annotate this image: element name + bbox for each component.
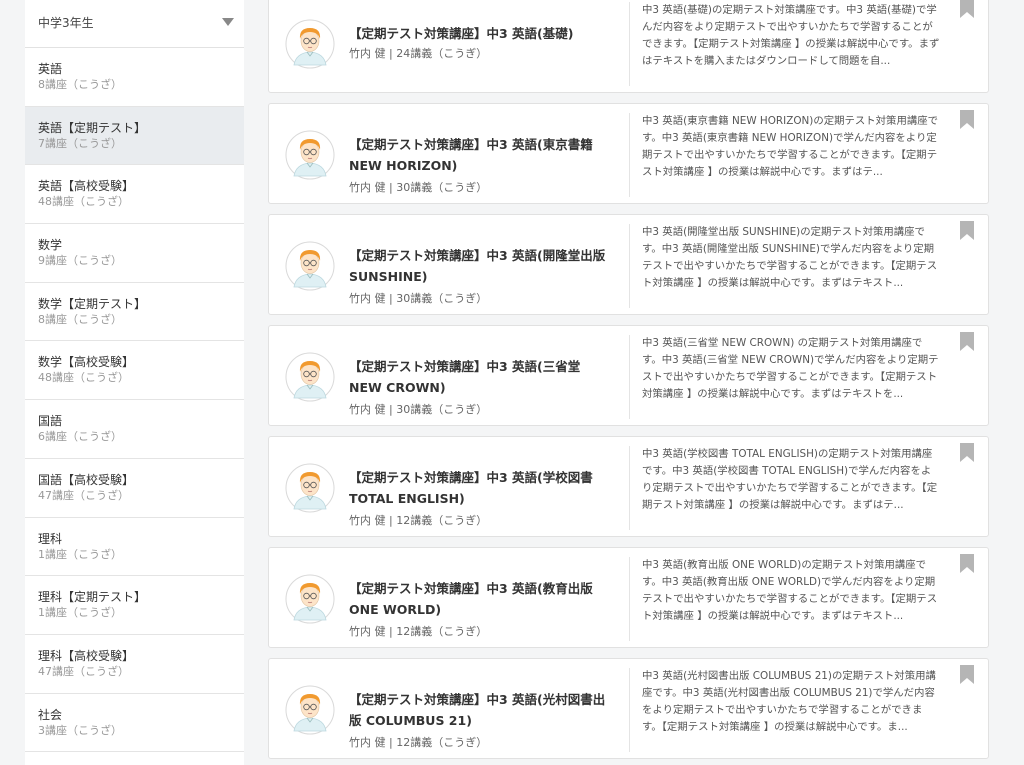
bookmark-icon[interactable]	[960, 332, 974, 351]
sidebar-item-count: 3講座（こうざ）	[38, 723, 122, 737]
teacher-avatar-icon	[285, 352, 335, 402]
course-card[interactable]: 【定期テスト対策講座】中3 英語(光村図書出 版 COLUMBUS 21) 竹内…	[268, 658, 989, 759]
sidebar-item-label: 国語【高校受験】	[38, 472, 135, 487]
course-card[interactable]: 【定期テスト対策講座】中3 英語(開隆堂出版 SUNSHINE) 竹内 健 | …	[268, 214, 989, 315]
sidebar-item-label: 理科【定期テスト】	[38, 590, 147, 605]
teacher-avatar-icon	[285, 574, 335, 624]
sidebar-item-label: 数学	[38, 238, 63, 253]
sidebar-item-label: 英語【定期テスト】	[38, 120, 147, 135]
sidebar-item[interactable]: 英語【定期テスト】 7講座（こうざ）	[25, 106, 244, 166]
sidebar-item[interactable]: 英語 8講座（こうざ）	[25, 48, 244, 107]
sidebar-item-count: 9講座（こうざ）	[38, 254, 122, 268]
sidebar-item-label: 国語	[38, 414, 63, 429]
course-title[interactable]: 【定期テスト対策講座】中3 英語(三省堂 NEW CROWN)	[349, 356, 629, 398]
bookmark-icon[interactable]	[960, 554, 974, 573]
course-card[interactable]: 【定期テスト対策講座】中3 英語(学校図書 TOTAL ENGLISH) 竹内 …	[268, 436, 989, 537]
sidebar-item[interactable]: 数学 9講座（こうざ）	[25, 224, 244, 283]
course-title-line1: 【定期テスト対策講座】中3 英語(東京書籍	[349, 137, 593, 152]
course-description: 中3 英語(学校図書 TOTAL ENGLISH)の定期テスト対策用講座です。中…	[629, 446, 941, 530]
sidebar-item[interactable]: 国語 6講座（こうざ）	[25, 400, 244, 459]
chevron-down-icon[interactable]	[222, 18, 234, 26]
course-description: 中3 英語(三省堂 NEW CROWN) の定期テスト対策用講座です。中3 英語…	[629, 335, 941, 419]
sidebar-item-count: 1講座（こうざ）	[38, 606, 122, 620]
sidebar-item-count: 48講座（こうざ）	[38, 195, 129, 209]
subject-list: 英語 8講座（こうざ） 英語【定期テスト】 7講座（こうざ） 英語【高校受験】 …	[25, 48, 244, 753]
sidebar-item-count: 48講座（こうざ）	[38, 371, 129, 385]
course-meta: 竹内 健 | 24講義（こうぎ）	[349, 47, 488, 60]
course-title-line1: 【定期テスト対策講座】中3 英語(光村図書出	[349, 692, 606, 707]
course-title-line2: TOTAL ENGLISH)	[349, 491, 465, 506]
sidebar-item[interactable]: 数学【高校受験】 48講座（こうざ）	[25, 341, 244, 401]
course-title[interactable]: 【定期テスト対策講座】中3 英語(開隆堂出版 SUNSHINE)	[349, 245, 629, 287]
bookmark-icon[interactable]	[960, 0, 974, 18]
course-title-line2: 版 COLUMBUS 21)	[349, 713, 472, 728]
course-meta: 竹内 健 | 12講義（こうぎ）	[349, 625, 488, 638]
course-description: 中3 英語(教育出版 ONE WORLD)の定期テスト対策用講座です。中3 英語…	[629, 557, 941, 641]
course-title-line2: NEW HORIZON)	[349, 158, 458, 173]
sidebar-item-count: 47講座（こうざ）	[38, 488, 129, 502]
teacher-avatar-icon	[285, 463, 335, 513]
course-title-line1: 【定期テスト対策講座】中3 英語(基礎)	[349, 26, 574, 41]
sidebar-item-label: 数学【高校受験】	[38, 355, 135, 370]
teacher-avatar-icon	[285, 19, 335, 69]
course-title[interactable]: 【定期テスト対策講座】中3 英語(学校図書 TOTAL ENGLISH)	[349, 467, 629, 509]
subject-sidebar: 中学3年生 英語 8講座（こうざ） 英語【定期テスト】 7講座（こうざ） 英語【…	[25, 0, 244, 765]
course-title-line2: SUNSHINE)	[349, 269, 428, 284]
bookmark-icon[interactable]	[960, 443, 974, 462]
course-description: 中3 英語(開隆堂出版 SUNSHINE)の定期テスト対策用講座です。中3 英語…	[629, 224, 941, 308]
sidebar-item-label: 理科【高校受験】	[38, 648, 135, 663]
course-card[interactable]: 【定期テスト対策講座】中3 英語(三省堂 NEW CROWN) 竹内 健 | 3…	[268, 325, 989, 426]
course-title-line2: NEW CROWN)	[349, 380, 446, 395]
sidebar-item-count: 6講座（こうざ）	[38, 430, 122, 444]
course-description: 中3 英語(光村図書出版 COLUMBUS 21)の定期テスト対策用講座です。中…	[629, 668, 941, 752]
course-meta: 竹内 健 | 30講義（こうぎ）	[349, 181, 488, 194]
course-title[interactable]: 【定期テスト対策講座】中3 英語(教育出版 ONE WORLD)	[349, 578, 629, 620]
grade-dropdown[interactable]: 中学3年生	[25, 0, 244, 48]
sidebar-item[interactable]: 理科 1講座（こうざ）	[25, 517, 244, 577]
teacher-avatar-icon	[285, 241, 335, 291]
sidebar-item-count: 7講座（こうざ）	[38, 136, 122, 150]
course-title-line1: 【定期テスト対策講座】中3 英語(三省堂	[349, 359, 581, 374]
course-card[interactable]: 【定期テスト対策講座】中3 英語(東京書籍 NEW HORIZON) 竹内 健 …	[268, 103, 989, 204]
course-meta: 竹内 健 | 12講義（こうぎ）	[349, 736, 488, 749]
course-description: 中3 英語(東京書籍 NEW HORIZON)の定期テスト対策用講座です。中3 …	[629, 113, 941, 197]
course-title-line1: 【定期テスト対策講座】中3 英語(教育出版	[349, 581, 593, 596]
course-title[interactable]: 【定期テスト対策講座】中3 英語(基礎)	[349, 23, 629, 44]
teacher-avatar-icon	[285, 130, 335, 180]
sidebar-item-label: 理科	[38, 531, 63, 546]
bookmark-icon[interactable]	[960, 221, 974, 240]
course-meta: 竹内 健 | 30講義（こうぎ）	[349, 292, 488, 305]
sidebar-item[interactable]: 数学【定期テスト】 8講座（こうざ）	[25, 282, 244, 342]
course-meta: 竹内 健 | 30講義（こうぎ）	[349, 403, 488, 416]
sidebar-item-count: 1講座（こうざ）	[38, 547, 122, 561]
course-description: 中3 英語(基礎)の定期テスト対策講座です。中3 英語(基礎)で学んだ内容をより…	[629, 2, 941, 86]
course-card[interactable]: 【定期テスト対策講座】中3 英語(教育出版 ONE WORLD) 竹内 健 | …	[268, 547, 989, 648]
course-title[interactable]: 【定期テスト対策講座】中3 英語(光村図書出 版 COLUMBUS 21)	[349, 689, 629, 731]
course-title[interactable]: 【定期テスト対策講座】中3 英語(東京書籍 NEW HORIZON)	[349, 134, 629, 176]
sidebar-item-count: 8講座（こうざ）	[38, 78, 122, 91]
sidebar-item-label: 英語	[38, 62, 63, 76]
teacher-avatar-icon	[285, 685, 335, 735]
bookmark-icon[interactable]	[960, 110, 974, 129]
sidebar-item-label: 数学【定期テスト】	[38, 296, 147, 311]
sidebar-item-count: 8講座（こうざ）	[38, 312, 122, 326]
sidebar-item-count: 47講座（こうざ）	[38, 664, 129, 678]
course-title-line1: 【定期テスト対策講座】中3 英語(学校図書	[349, 470, 593, 485]
sidebar-item[interactable]: 社会 3講座（こうざ）	[25, 693, 244, 753]
course-title-line2: ONE WORLD)	[349, 602, 442, 617]
bookmark-icon[interactable]	[960, 665, 974, 684]
course-title-line1: 【定期テスト対策講座】中3 英語(開隆堂出版	[349, 248, 606, 263]
sidebar-item-label: 社会	[38, 707, 63, 722]
sidebar-item-label: 英語【高校受験】	[38, 179, 135, 194]
course-meta: 竹内 健 | 12講義（こうぎ）	[349, 514, 488, 527]
sidebar-item[interactable]: 理科【高校受験】 47講座（こうざ）	[25, 634, 244, 694]
sidebar-item[interactable]: 英語【高校受験】 48講座（こうざ）	[25, 165, 244, 225]
sidebar-item[interactable]: 理科【定期テスト】 1講座（こうざ）	[25, 576, 244, 635]
sidebar-item[interactable]: 国語【高校受験】 47講座（こうざ）	[25, 458, 244, 518]
course-card[interactable]: 【定期テスト対策講座】中3 英語(基礎) 竹内 健 | 24講義（こうぎ） 中3…	[268, 0, 989, 93]
grade-dropdown-label: 中学3年生	[38, 16, 94, 30]
